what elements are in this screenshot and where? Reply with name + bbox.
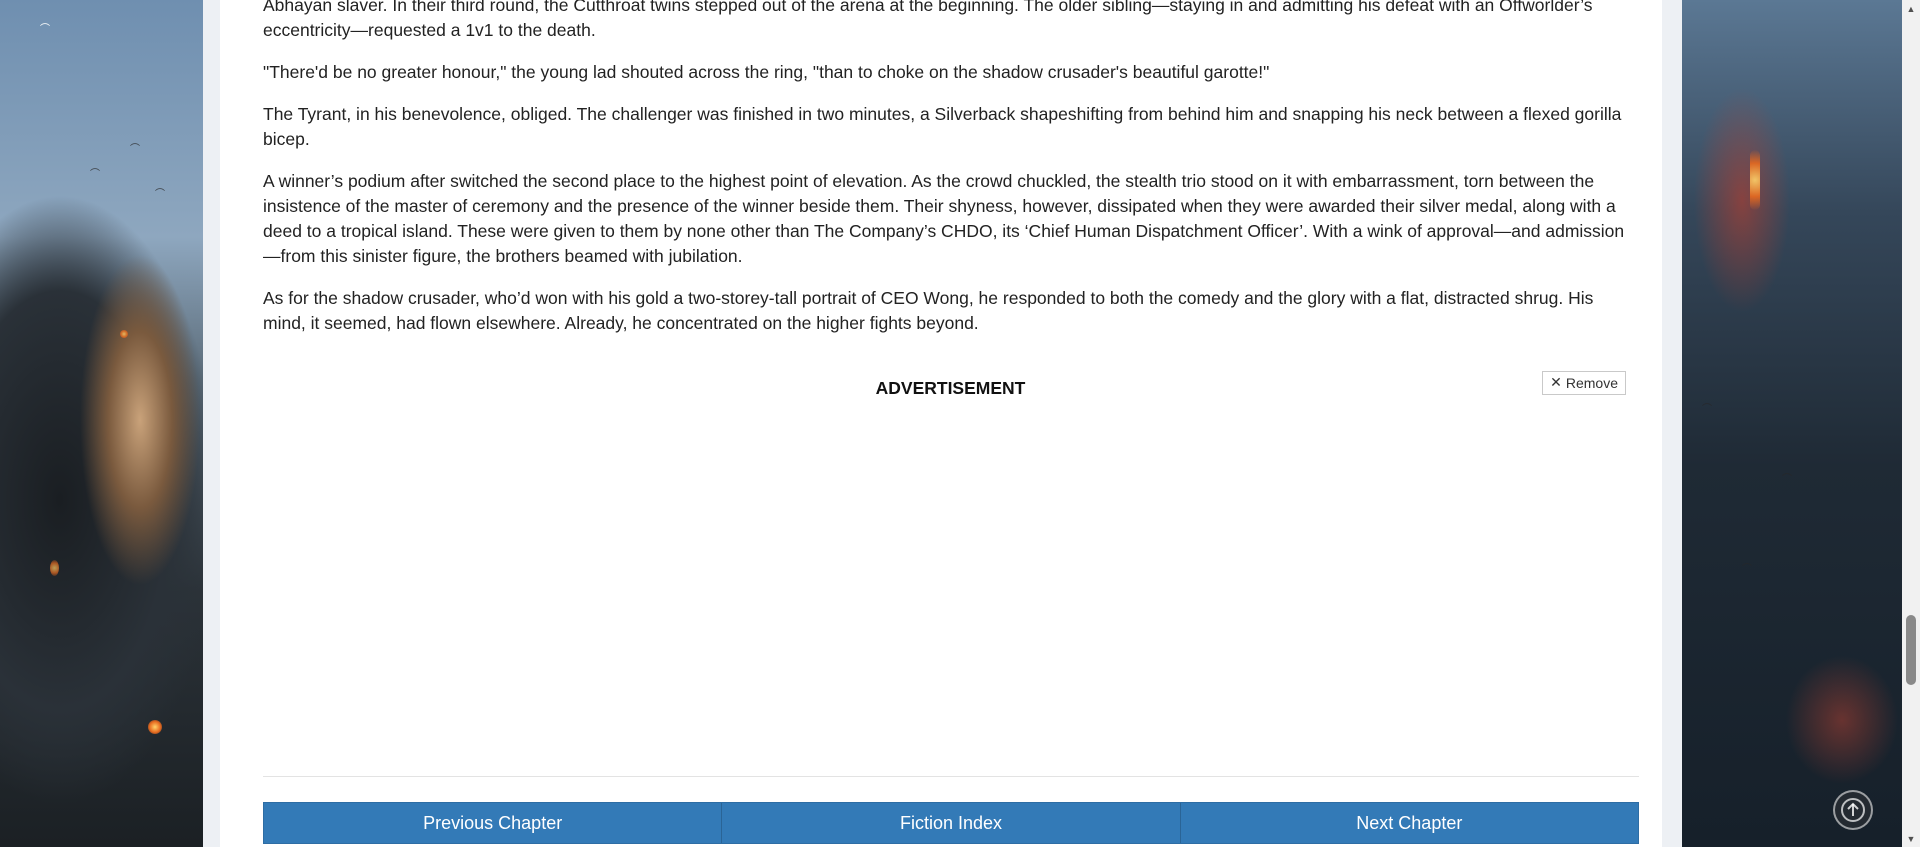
chapter-content: Abhayan slaver. In their third round, th… [263, 0, 1638, 353]
arrow-up-circle-icon [1841, 798, 1865, 822]
chapter-paragraph: As for the shadow crusader, who’d won wi… [263, 288, 1594, 333]
page-scrollbar[interactable]: ▲ ▼ [1902, 0, 1920, 847]
ember-decoration [1750, 150, 1760, 210]
chapter-paragraph: Abhayan slaver. In their third round, th… [263, 0, 1593, 40]
bird-decoration: ⌒ [1702, 404, 1712, 415]
ember-decoration [50, 560, 59, 576]
page-gutter-right [1662, 0, 1682, 847]
previous-chapter-button[interactable]: Previous Chapter [264, 803, 723, 843]
close-icon: ✕ [1550, 374, 1562, 390]
background-art-left: ⌒ ⌒ ⌒ ⌒ [0, 0, 220, 847]
chapter-paragraph: A winner’s podium after switched the sec… [263, 171, 1625, 266]
remove-ad-button[interactable]: ✕ Remove [1542, 371, 1626, 395]
scroll-up-arrow-icon[interactable]: ▲ [1902, 0, 1920, 17]
bird-decoration: ⌒ [90, 169, 100, 180]
fiction-index-button[interactable]: Fiction Index [722, 803, 1181, 843]
background-art-right: ⌒ ⌒ ⌒ [1682, 0, 1902, 847]
content-divider [263, 776, 1639, 777]
chapter-navigation: Previous Chapter Fiction Index Next Chap… [263, 802, 1639, 844]
remove-ad-label: Remove [1565, 374, 1618, 391]
scrollbar-thumb[interactable] [1906, 615, 1916, 685]
chapter-page: Abhayan slaver. In their third round, th… [220, 0, 1662, 847]
bird-decoration: ⌒ [1782, 474, 1792, 485]
ember-decoration [120, 330, 128, 338]
bird-decoration: ⌒ [1742, 564, 1752, 575]
chapter-paragraph: The Tyrant, in his benevolence, obliged.… [263, 104, 1622, 149]
bird-decoration: ⌒ [155, 189, 165, 200]
page-gutter-left [203, 0, 220, 847]
ember-decoration [148, 720, 162, 734]
bird-decoration: ⌒ [130, 144, 140, 155]
scroll-to-top-button[interactable] [1833, 790, 1873, 830]
scroll-down-arrow-icon[interactable]: ▼ [1902, 830, 1920, 847]
advertisement-label: ADVERTISEMENT [875, 378, 1026, 398]
bird-decoration: ⌒ [40, 24, 50, 35]
next-chapter-button[interactable]: Next Chapter [1181, 803, 1638, 843]
advertisement-slot: ADVERTISEMENT ✕ Remove [263, 360, 1638, 775]
chapter-paragraph: "There'd be no greater honour," the youn… [263, 62, 1270, 82]
